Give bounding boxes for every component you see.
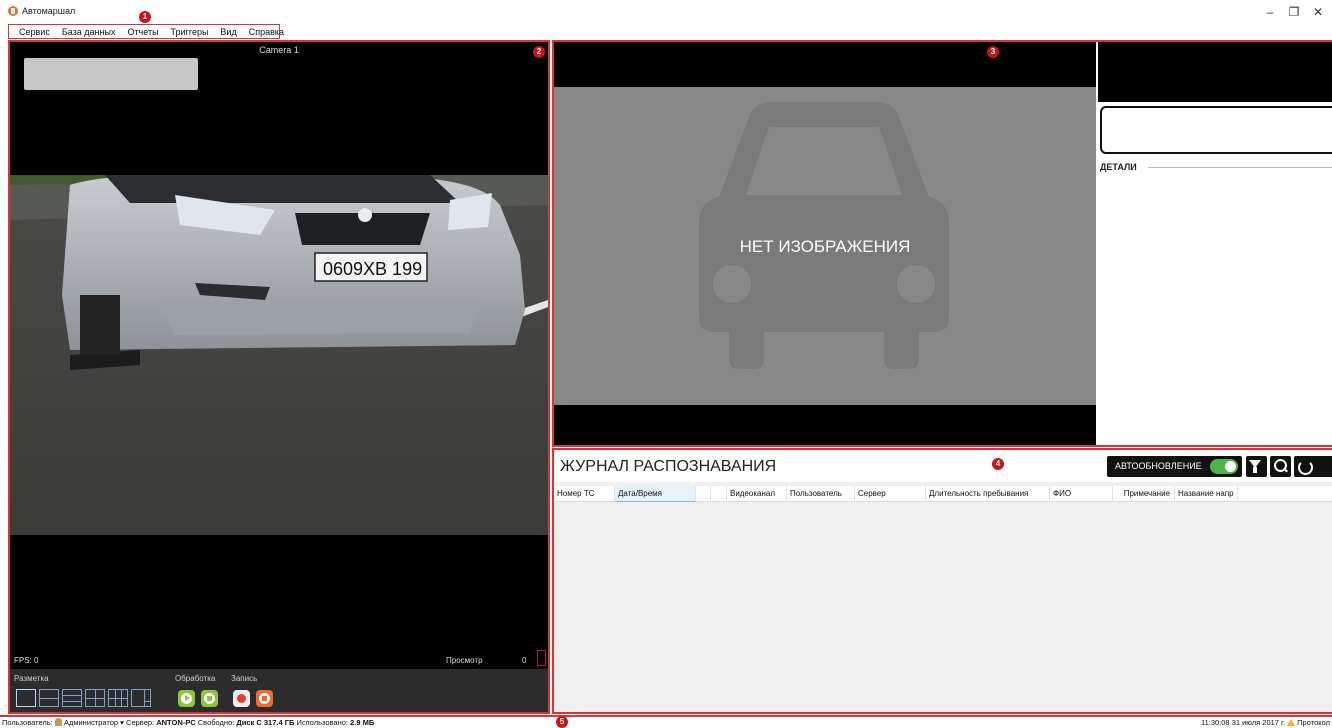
warning-icon xyxy=(1287,719,1296,726)
menu-bar: Сервис База данных Отчеты Триггеры Вид С… xyxy=(8,24,284,39)
layout-3-rows-button[interactable] xyxy=(62,689,82,707)
camera-toolbar: Разметка Обработка Запись xyxy=(10,669,548,712)
column-duration[interactable]: Длительность пребывания xyxy=(926,486,1050,502)
status-bar: Пользователь: Администратор ▾ Сервер: AN… xyxy=(0,715,1332,728)
marker-2: 2 xyxy=(533,46,545,58)
layout-custom-button[interactable] xyxy=(131,689,151,707)
marker-1: 1 xyxy=(139,11,151,23)
column-note[interactable]: Примечание xyxy=(1113,486,1175,502)
column-direction-name[interactable]: Название напр xyxy=(1175,486,1238,502)
column-plate-number[interactable]: Номер ТС xyxy=(554,486,615,502)
column-blank[interactable] xyxy=(696,486,711,502)
column-videochannel[interactable]: Видеоканал xyxy=(727,486,787,502)
server-value: ANTON-PC xyxy=(156,718,196,727)
autoupdate-switch[interactable] xyxy=(1210,459,1238,474)
journal-table-header: Номер ТС Дата/Время Видеоканал Пользоват… xyxy=(554,486,1332,502)
recognized-image-panel: НЕТ ИЗОБРАЖЕНИЯ 3 ДЕТАЛИ xyxy=(552,40,1332,447)
journal-header: ЖУРНАЛ РАСПОЗНАВАНИЯ 4 АВТООБНОВЛЕНИЕ xyxy=(554,450,1332,482)
autoupdate-label: АВТООБНОВЛЕНИЕ xyxy=(1115,461,1202,471)
marker-5: 5 xyxy=(556,716,568,728)
menu-help[interactable]: Справка xyxy=(249,27,284,37)
fps-readout: FPS: 0 xyxy=(14,656,39,665)
server-label: Сервер: xyxy=(126,718,155,727)
processing-stop-button[interactable] xyxy=(201,690,218,707)
column-datetime[interactable]: Дата/Время xyxy=(615,486,696,502)
search-icon[interactable] xyxy=(1270,456,1291,477)
camera-overlay-box xyxy=(24,58,198,90)
column-server[interactable]: Сервер xyxy=(855,486,926,502)
status-right: 11:30:08 31 июля 2017 г. Протокол xyxy=(1201,717,1330,728)
license-plate-text: 0609ХВ 199 xyxy=(323,259,422,279)
status-time: 11:30:08 xyxy=(1200,718,1230,727)
camera-mode-label: Просмотр xyxy=(446,656,483,665)
record-icon xyxy=(237,694,246,703)
column-blank-2[interactable] xyxy=(711,486,727,502)
menu-reports[interactable]: Отчеты xyxy=(127,27,158,37)
record-label: Запись xyxy=(231,674,258,683)
user-value[interactable]: Администратор xyxy=(64,718,118,727)
column-full-name[interactable]: ФИО xyxy=(1050,486,1113,502)
status-date: 31 июля 2017 г. xyxy=(1231,718,1285,727)
menu-triggers[interactable]: Триггеры xyxy=(171,27,209,37)
layout-1x1-button[interactable] xyxy=(16,689,36,707)
processing-label: Обработка xyxy=(175,674,216,683)
camera-panel: Camera 1 2 0609ХВ 199 FPS: 0 Просмотр 0 … xyxy=(8,40,550,714)
maximize-button[interactable]: ❐ xyxy=(1282,3,1306,21)
used-value: 2.9 МБ xyxy=(350,718,375,727)
menu-database[interactable]: База данных xyxy=(62,27,116,37)
used-label: Использовано: xyxy=(296,718,348,727)
marker-3: 3 xyxy=(987,46,999,58)
layout-3x2-button[interactable] xyxy=(108,689,128,707)
plate-preview xyxy=(1098,42,1332,102)
record-start-button[interactable] xyxy=(233,690,250,707)
layout-2x2-button[interactable] xyxy=(85,689,105,707)
no-image-text: НЕТ ИЗОБРАЖЕНИЯ xyxy=(739,237,911,256)
app-title: Автомаршал xyxy=(22,6,76,16)
camera-title: Camera 1 xyxy=(259,45,299,55)
filter-icon[interactable] xyxy=(1246,456,1267,477)
column-user[interactable]: Пользователь xyxy=(787,486,855,502)
journal-title: ЖУРНАЛ РАСПОЗНАВАНИЯ xyxy=(560,458,777,475)
camera-count: 0 xyxy=(522,656,527,665)
processing-start-button[interactable] xyxy=(178,690,195,707)
user-label: Пользователь: xyxy=(2,718,53,727)
marker-4: 4 xyxy=(992,458,1004,470)
minimize-button[interactable]: – xyxy=(1258,3,1282,21)
layout-label: Разметка xyxy=(14,674,49,683)
close-button[interactable]: ✕ xyxy=(1306,3,1330,21)
protocol-link[interactable]: Протокол xyxy=(1297,718,1330,727)
status-left: Пользователь: Администратор ▾ Сервер: AN… xyxy=(2,717,374,728)
app-logo-icon xyxy=(8,6,18,16)
refresh-icon[interactable] xyxy=(1294,456,1332,477)
stop-icon xyxy=(204,693,215,704)
camera-video-frame[interactable]: 0609ХВ 199 xyxy=(10,175,548,535)
car-video-image: 0609ХВ 199 xyxy=(10,175,548,535)
autoupdate-toggle-button[interactable]: АВТООБНОВЛЕНИЕ xyxy=(1107,456,1242,477)
no-image-placeholder: НЕТ ИЗОБРАЖЕНИЯ xyxy=(554,87,1096,405)
play-icon xyxy=(181,693,192,704)
free-value: Диск C 317.4 ГБ xyxy=(236,718,295,727)
menu-service[interactable]: Сервис xyxy=(19,27,50,37)
menu-view[interactable]: Вид xyxy=(220,27,236,37)
recognition-journal-panel: ЖУРНАЛ РАСПОЗНАВАНИЯ 4 АВТООБНОВЛЕНИЕ Но… xyxy=(552,448,1332,714)
user-icon xyxy=(54,718,62,726)
details-divider xyxy=(1148,167,1332,168)
free-label: Свободно: xyxy=(197,718,235,727)
record-stop-icon xyxy=(259,693,270,704)
layout-2-rows-button[interactable] xyxy=(39,689,59,707)
title-bar: Автомаршал – ❐ ✕ xyxy=(0,0,1332,24)
camera-status-indicator xyxy=(537,650,546,666)
details-label: ДЕТАЛИ xyxy=(1100,162,1137,172)
record-stop-button[interactable] xyxy=(256,690,273,707)
plate-number-box xyxy=(1100,106,1332,154)
chevron-down-icon[interactable]: ▾ xyxy=(120,718,124,727)
